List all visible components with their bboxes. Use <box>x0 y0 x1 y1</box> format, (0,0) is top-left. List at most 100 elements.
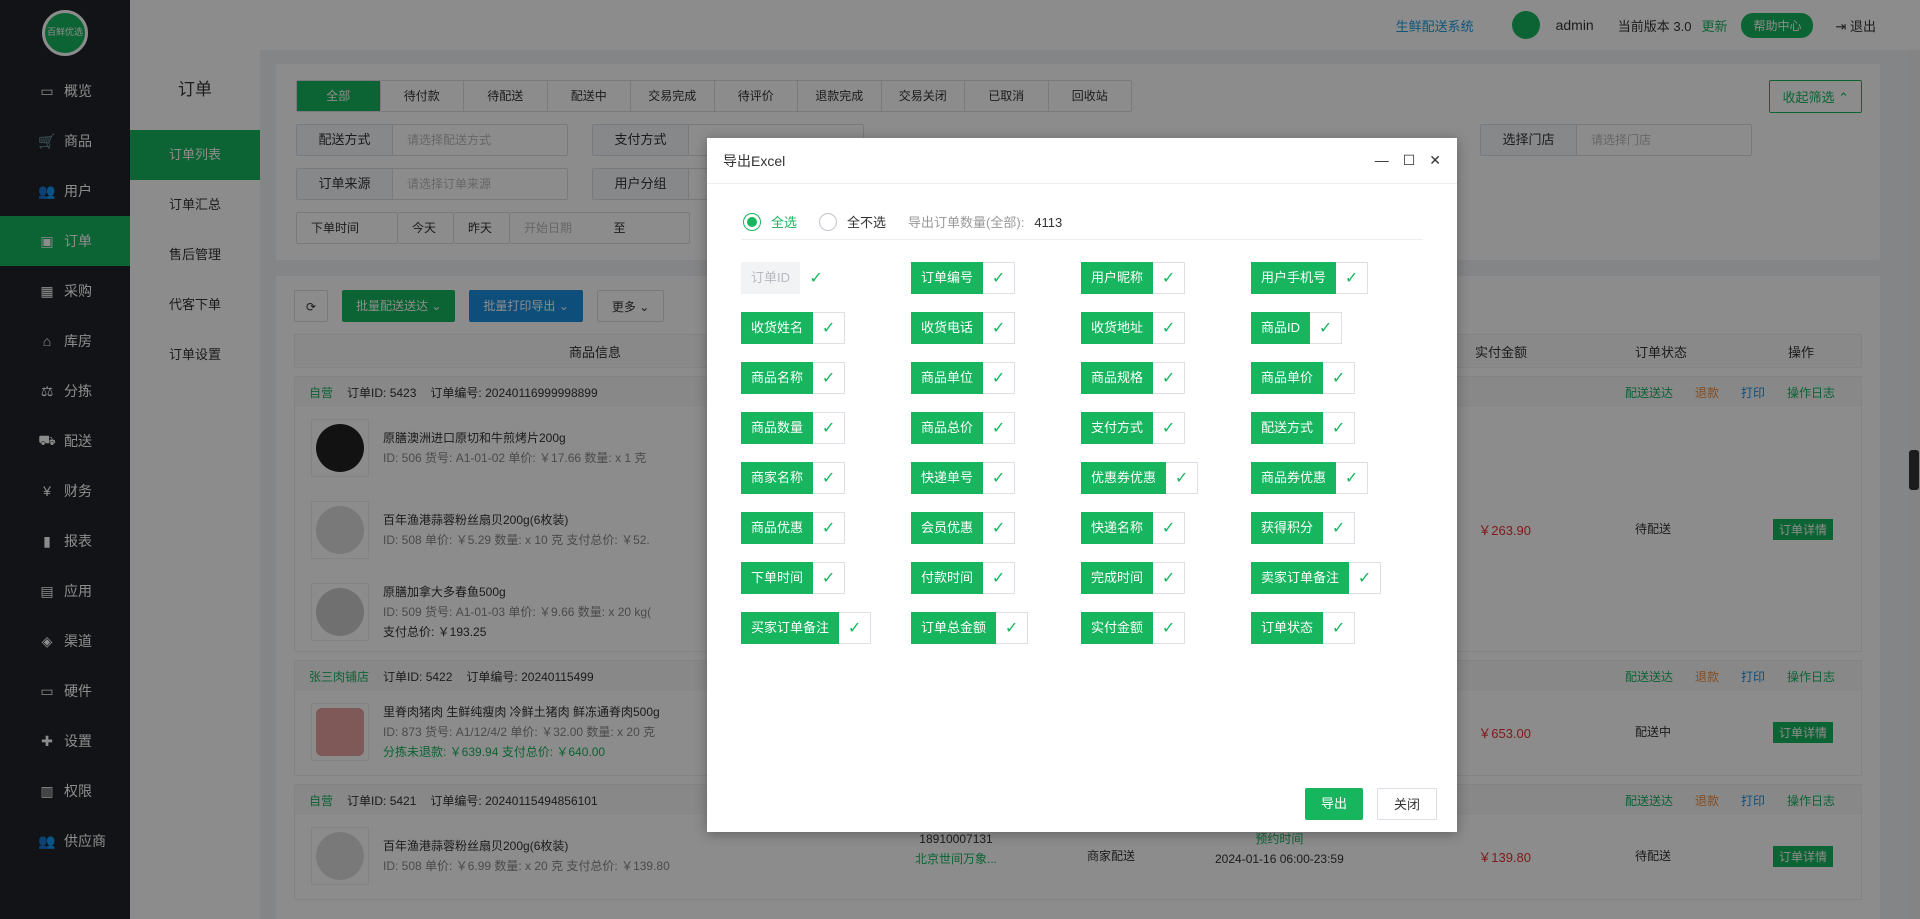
close-button[interactable]: 关闭 <box>1376 788 1437 820</box>
selection-options: 全选 全不选 导出订单数量(全部): 4113 <box>741 204 1423 240</box>
check-icon: ✓ <box>1323 362 1356 394</box>
export-field-checkbox[interactable]: 订单总金额 ✓ <box>911 612 1081 644</box>
check-icon: ✓ <box>1310 312 1343 344</box>
maximize-icon[interactable]: ☐ <box>1403 152 1416 169</box>
export-field-label: 订单编号 <box>911 262 984 294</box>
export-field-checkbox[interactable]: 订单ID ✓ <box>741 262 911 294</box>
window-controls: — ☐ ✕ <box>1375 152 1441 169</box>
export-field-label: 获得积分 <box>1251 512 1324 544</box>
export-field-checkbox[interactable]: 优惠券优惠 ✓ <box>1081 462 1251 494</box>
export-field-label: 快递名称 <box>1081 512 1154 544</box>
check-icon: ✓ <box>1153 612 1186 644</box>
export-field-label: 商品规格 <box>1081 362 1154 394</box>
check-icon: ✓ <box>813 412 846 444</box>
check-icon: ✓ <box>1153 562 1186 594</box>
export-field-label: 商品数量 <box>741 412 814 444</box>
export-field-checkbox[interactable]: 快递单号 ✓ <box>911 462 1081 494</box>
export-field-checkbox[interactable]: 商品总价 ✓ <box>911 412 1081 444</box>
export-field-label: 用户昵称 <box>1081 262 1154 294</box>
export-field-checkbox[interactable]: 付款时间 ✓ <box>911 562 1081 594</box>
check-icon: ✓ <box>813 312 846 344</box>
export-field-label: 支付方式 <box>1081 412 1154 444</box>
dialog-footer: 导出 关闭 <box>1304 788 1437 820</box>
check-icon: ✓ <box>1153 362 1186 394</box>
export-field-label: 订单状态 <box>1251 612 1324 644</box>
export-field-label: 商品单价 <box>1251 362 1324 394</box>
dialog-body: 全选 全不选 导出订单数量(全部): 4113 订单ID ✓ 订单编号 ✓ 用户昵称 ✓ 用户… <box>707 184 1457 664</box>
export-field-checkbox[interactable]: 收货地址 ✓ <box>1081 312 1251 344</box>
export-field-label: 商品优惠 <box>741 512 814 544</box>
export-count-label: 导出订单数量(全部): <box>908 215 1025 230</box>
minimize-icon[interactable]: — <box>1375 152 1389 169</box>
export-field-checkbox[interactable]: 快递名称 ✓ <box>1081 512 1251 544</box>
export-field-checkbox[interactable]: 商品数量 ✓ <box>741 412 911 444</box>
export-field-checkbox[interactable]: 买家订单备注 ✓ <box>741 612 911 644</box>
close-icon[interactable]: ✕ <box>1429 152 1441 169</box>
check-icon: ✓ <box>996 612 1029 644</box>
export-field-checkbox[interactable]: 完成时间 ✓ <box>1081 562 1251 594</box>
export-field-label: 完成时间 <box>1081 562 1154 594</box>
check-icon: ✓ <box>983 362 1016 394</box>
export-field-checkbox[interactable]: 用户昵称 ✓ <box>1081 262 1251 294</box>
check-icon: ✓ <box>983 312 1016 344</box>
export-field-checkbox[interactable]: 商品优惠 ✓ <box>741 512 911 544</box>
check-icon: ✓ <box>983 512 1016 544</box>
export-field-checkbox[interactable]: 商品券优惠 ✓ <box>1251 462 1421 494</box>
check-icon: ✓ <box>839 612 872 644</box>
check-icon: ✓ <box>1153 512 1186 544</box>
dialog-header: 导出Excel — ☐ ✕ <box>707 138 1457 184</box>
export-field-label: 实付金额 <box>1081 612 1154 644</box>
export-field-checkbox[interactable]: 用户手机号 ✓ <box>1251 262 1421 294</box>
check-icon: ✓ <box>813 362 846 394</box>
export-field-checkbox[interactable]: 下单时间 ✓ <box>741 562 911 594</box>
export-field-label: 付款时间 <box>911 562 984 594</box>
export-field-checkbox[interactable]: 商家名称 ✓ <box>741 462 911 494</box>
check-icon: ✓ <box>809 270 823 287</box>
check-icon: ✓ <box>1323 612 1356 644</box>
export-field-checkbox[interactable]: 卖家订单备注 ✓ <box>1251 562 1421 594</box>
export-field-checkbox[interactable]: 会员优惠 ✓ <box>911 512 1081 544</box>
export-field-checkbox[interactable]: 订单状态 ✓ <box>1251 612 1421 644</box>
export-field-checkbox[interactable]: 商品ID ✓ <box>1251 312 1421 344</box>
check-icon: ✓ <box>1336 462 1369 494</box>
export-field-checkbox[interactable]: 订单编号 ✓ <box>911 262 1081 294</box>
check-icon: ✓ <box>1153 412 1186 444</box>
export-field-checkbox[interactable]: 收货电话 ✓ <box>911 312 1081 344</box>
radio-unchecked-icon <box>819 212 838 231</box>
export-field-checkbox[interactable]: 获得积分 ✓ <box>1251 512 1421 544</box>
check-icon: ✓ <box>1153 312 1186 344</box>
select-none-radio[interactable]: 全不选 <box>819 212 886 231</box>
export-field-label: 优惠券优惠 <box>1081 462 1167 494</box>
select-none-label: 全不选 <box>847 215 887 230</box>
check-icon: ✓ <box>983 462 1016 494</box>
check-icon: ✓ <box>1166 462 1199 494</box>
check-icon: ✓ <box>1349 562 1382 594</box>
export-button[interactable]: 导出 <box>1304 788 1363 820</box>
export-field-label: 用户手机号 <box>1251 262 1337 294</box>
export-field-label: 配送方式 <box>1251 412 1324 444</box>
export-field-checkbox[interactable]: 商品单价 ✓ <box>1251 362 1421 394</box>
export-field-label: 订单总金额 <box>911 612 997 644</box>
export-field-label: 商品券优惠 <box>1251 462 1337 494</box>
export-field-checkbox[interactable]: 支付方式 ✓ <box>1081 412 1251 444</box>
export-field-checkbox[interactable]: 收货姓名 ✓ <box>741 312 911 344</box>
export-field-label: 下单时间 <box>741 562 814 594</box>
export-field-checkbox[interactable]: 商品名称 ✓ <box>741 362 911 394</box>
export-field-checkbox[interactable]: 配送方式 ✓ <box>1251 412 1421 444</box>
export-excel-dialog: 导出Excel — ☐ ✕ 全选 全不选 导出订单数量(全部): 4113 订单I… <box>707 138 1457 832</box>
export-field-label: 商品ID <box>1251 312 1311 344</box>
export-count-value: 4113 <box>1034 215 1063 230</box>
check-icon: ✓ <box>983 562 1016 594</box>
export-field-label: 商家名称 <box>741 462 814 494</box>
dialog-title: 导出Excel <box>723 152 786 169</box>
check-icon: ✓ <box>1336 262 1369 294</box>
export-field-label: 收货地址 <box>1081 312 1154 344</box>
export-field-checkbox[interactable]: 商品单位 ✓ <box>911 362 1081 394</box>
export-count: 导出订单数量(全部): 4113 <box>908 212 1062 231</box>
export-field-label: 商品总价 <box>911 412 984 444</box>
check-icon: ✓ <box>813 512 846 544</box>
export-field-label: 买家订单备注 <box>741 612 840 644</box>
select-all-radio[interactable]: 全选 <box>743 212 797 231</box>
export-field-checkbox[interactable]: 实付金额 ✓ <box>1081 612 1251 644</box>
export-field-checkbox[interactable]: 商品规格 ✓ <box>1081 362 1251 394</box>
